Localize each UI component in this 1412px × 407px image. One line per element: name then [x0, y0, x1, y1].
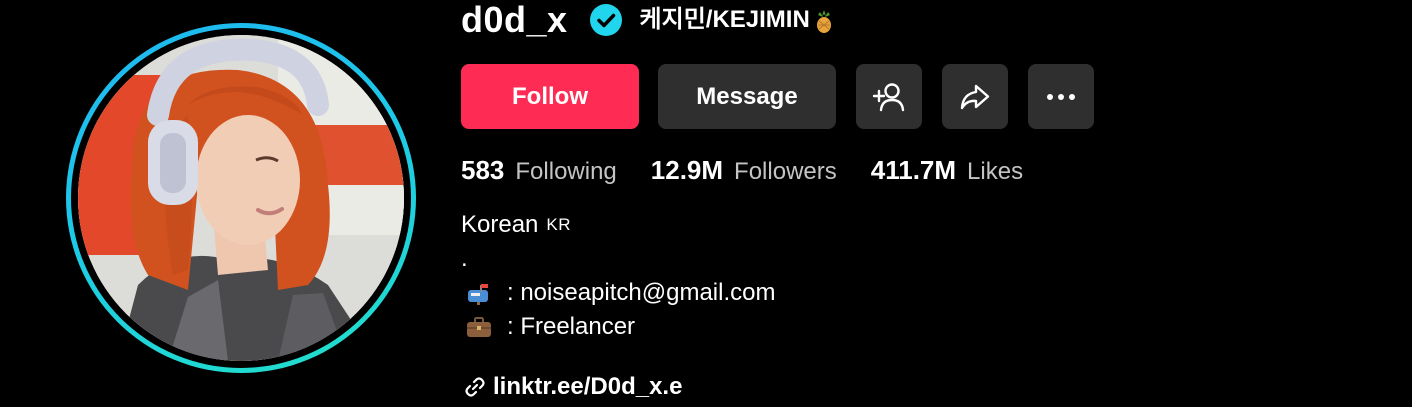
stat-label: Followers — [734, 157, 837, 185]
stat-value: 411.7M — [870, 154, 957, 185]
more-options-button[interactable] — [1028, 64, 1094, 129]
bio-nationality: Korean — [461, 211, 539, 238]
avatar-ring — [66, 23, 416, 373]
profile-link-text: linktr.ee/D0d_x.e — [493, 373, 683, 400]
bio-line: : Freelancer — [461, 310, 775, 344]
bio-line: . — [461, 242, 775, 276]
stat-value: 12.9M — [650, 154, 724, 185]
bio-line: Korean KR — [461, 208, 775, 242]
profile-link[interactable]: linktr.ee/D0d_x.e — [463, 370, 682, 404]
message-button-label: Message — [696, 82, 798, 110]
stat-value: 583 — [461, 154, 505, 185]
bio-line: : noiseapitch@gmail.com — [461, 276, 775, 310]
username: d0d_x — [461, 0, 568, 40]
bio-dot: . — [461, 245, 468, 272]
avatar-ring-gap — [71, 28, 411, 368]
bio-flag: KR — [546, 215, 572, 234]
pineapple-emoji-icon — [816, 10, 831, 33]
add-user-icon — [872, 82, 905, 111]
message-button[interactable]: Message — [658, 64, 836, 129]
add-friend-button[interactable] — [856, 64, 922, 129]
bio-occupation: : Freelancer — [507, 313, 636, 340]
mailbox-icon — [468, 284, 488, 305]
link-icon — [465, 377, 485, 397]
share-icon — [960, 84, 990, 109]
share-button[interactable] — [942, 64, 1008, 129]
stat-following[interactable]: 583 Following — [461, 155, 617, 186]
bio-contact: : noiseapitch@gmail.com — [507, 279, 776, 306]
avatar[interactable] — [78, 35, 404, 361]
stat-followers[interactable]: 12.9M Followers — [651, 155, 837, 186]
profile-stats: 583 Following 12.9M Followers 411.7M Lik… — [461, 150, 1057, 190]
profile-bio: Korean KR . : noiseapitch@gmail.com : Fr… — [461, 208, 775, 344]
stat-label: Following — [515, 157, 617, 185]
briefcase-icon — [467, 317, 491, 337]
profile-header: d0d_x 케지민/KEJIMIN — [461, 0, 834, 40]
stat-label: Likes — [967, 157, 1024, 185]
more-icon — [1047, 93, 1075, 100]
follow-button[interactable]: Follow — [461, 64, 639, 129]
avatar-photo-illustration — [78, 35, 404, 361]
verified-badge-icon — [589, 4, 622, 36]
display-name: 케지민/KEJIMIN — [639, 6, 810, 33]
follow-button-label: Follow — [512, 82, 588, 110]
stat-likes: 411.7M Likes — [871, 155, 1023, 186]
